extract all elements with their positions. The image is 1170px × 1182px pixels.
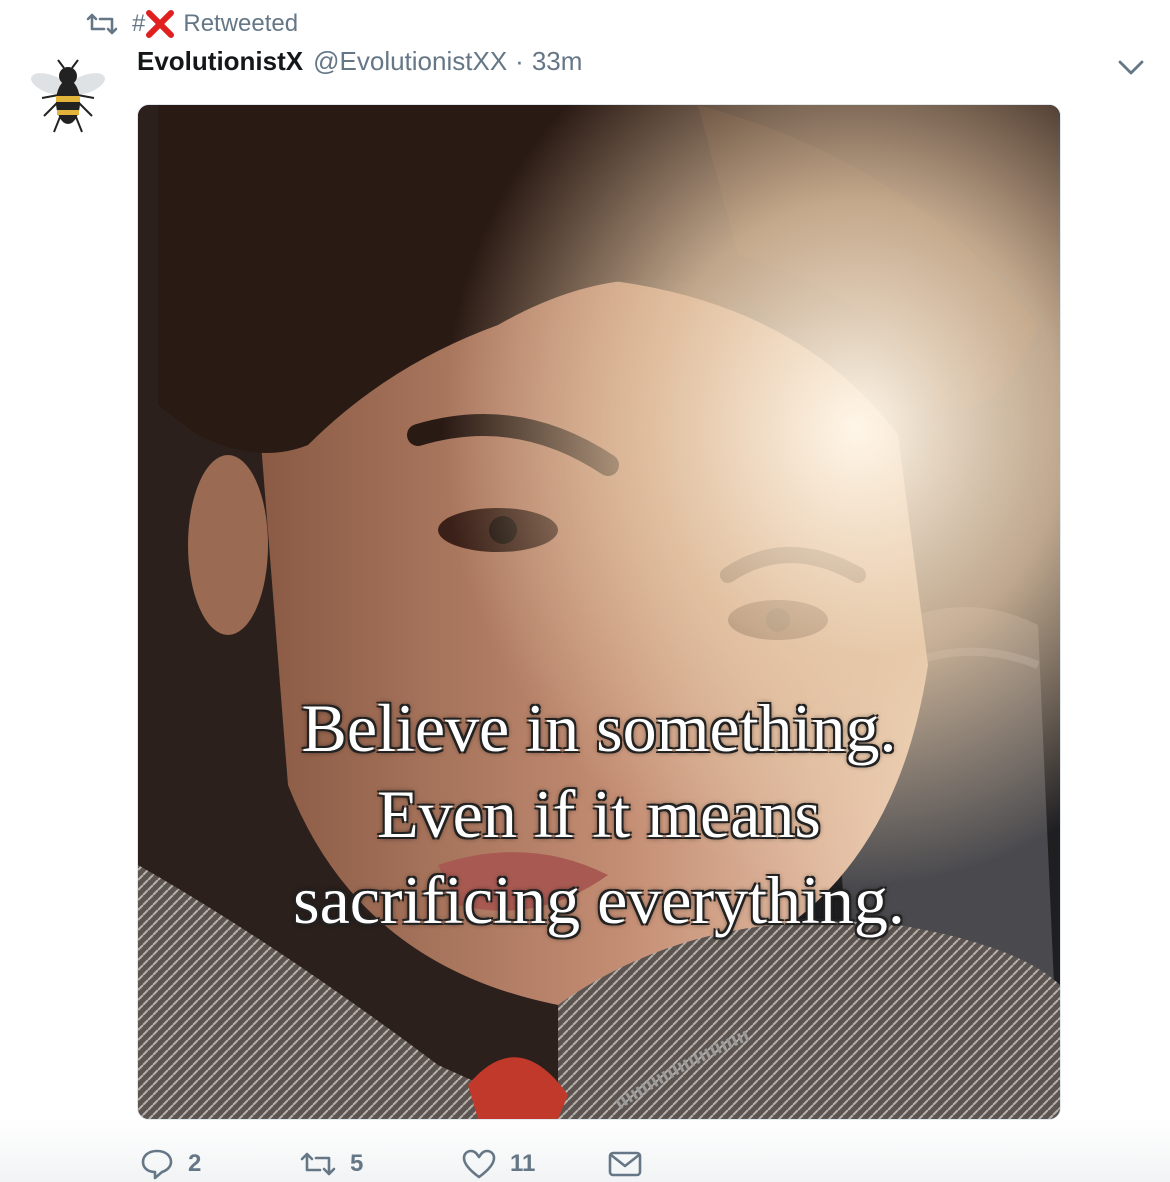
like-count: 11	[510, 1150, 536, 1177]
display-name[interactable]: EvolutionistX	[137, 46, 303, 77]
tweet-header: EvolutionistX @EvolutionistXX · 33m	[137, 46, 582, 86]
retweet-count: 5	[350, 1150, 364, 1177]
hashtag-prefix: #	[132, 10, 146, 37]
reply-icon	[141, 1149, 173, 1180]
image-caption: Believe in something. Even if it means s…	[138, 685, 1060, 943]
separator-dot: ·	[515, 46, 524, 76]
direct-message-button[interactable]	[608, 1150, 642, 1178]
retweeted-label: Retweeted	[183, 10, 299, 37]
like-button[interactable]: 11	[462, 1149, 608, 1179]
tweet-image[interactable]: Believe in something. Even if it means s…	[137, 104, 1061, 1120]
bee-avatar	[30, 59, 106, 133]
retweet-context[interactable]: # Retweeted	[86, 6, 298, 42]
portrait-photo	[138, 105, 1060, 1119]
username-handle[interactable]: @EvolutionistXX	[313, 46, 507, 77]
caret-down-icon[interactable]	[1116, 56, 1146, 78]
mail-icon	[608, 1151, 642, 1177]
caption-line-1: Believe in something.	[301, 690, 897, 766]
avatar[interactable]	[22, 58, 114, 142]
reply-button[interactable]: 2	[140, 1148, 300, 1180]
reply-count: 2	[188, 1150, 202, 1177]
caption-line-2: Even if it means	[377, 776, 821, 852]
retweet-icon	[300, 1152, 336, 1176]
red-x-icon	[146, 10, 175, 38]
caption-line-3: sacrificing everything.	[293, 862, 905, 938]
tweet: # Retweeted EvolutionistX @EvolutionistX…	[0, 0, 1170, 1182]
heart-icon	[462, 1149, 496, 1179]
retweet-icon	[86, 13, 118, 35]
retweet-button[interactable]: 5	[300, 1149, 462, 1179]
timestamp[interactable]: 33m	[532, 46, 583, 77]
tweet-actions: 2 5 11	[140, 1144, 642, 1182]
